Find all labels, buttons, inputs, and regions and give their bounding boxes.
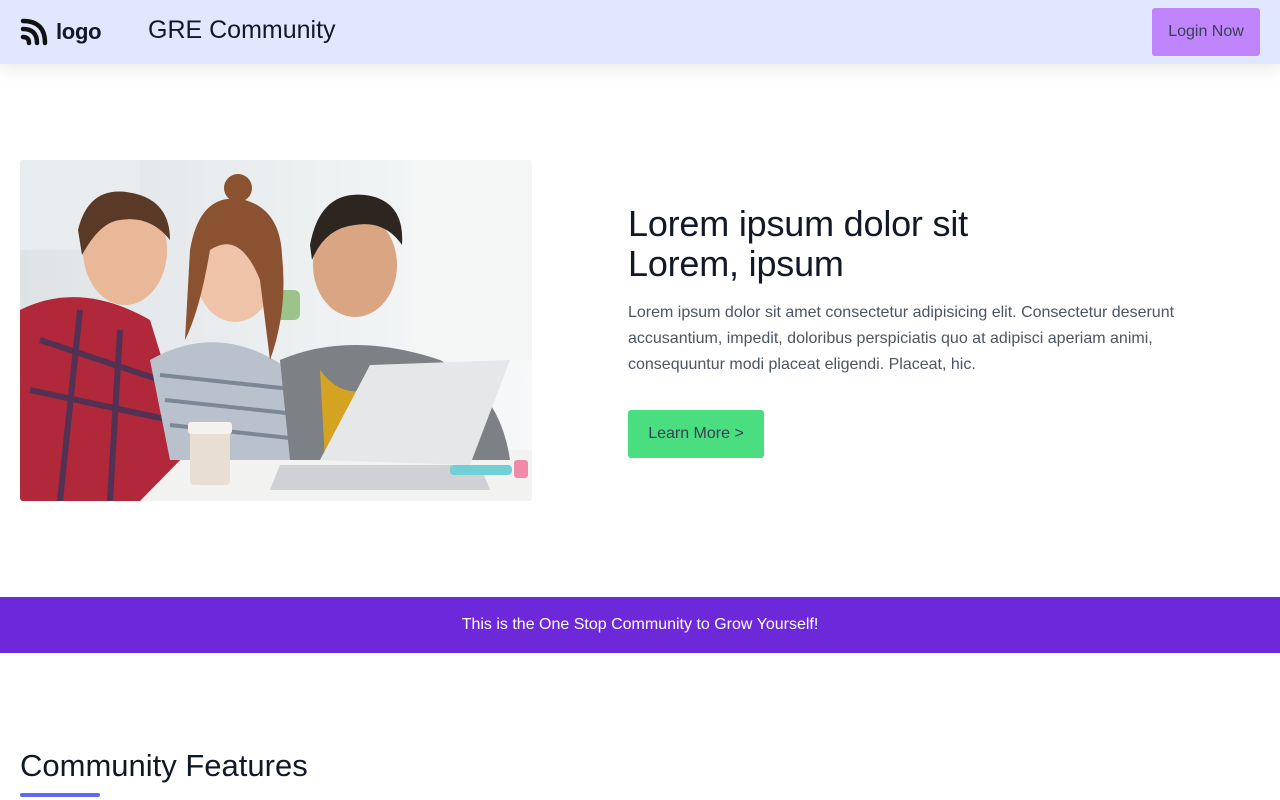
- logo[interactable]: logo: [20, 17, 102, 47]
- logo-text: logo: [56, 19, 102, 44]
- features-title: Community Features: [20, 748, 308, 783]
- hero-title-line-1: Lorem ipsum dolor sit: [628, 203, 968, 244]
- site-title: GRE Community: [148, 16, 336, 44]
- hero-title: Lorem ipsum dolor sit Lorem, ipsum: [628, 204, 1188, 284]
- login-button[interactable]: Login Now: [1152, 8, 1260, 56]
- hero-image: [20, 160, 532, 501]
- features-title-underline: [20, 793, 100, 797]
- community-banner: This is the One Stop Community to Grow Y…: [0, 597, 1280, 653]
- banner-text: This is the One Stop Community to Grow Y…: [461, 616, 819, 633]
- hero-title-line-2: Lorem, ipsum: [628, 243, 844, 284]
- site-header: logo GRE Community Login Now: [0, 0, 1280, 64]
- learn-more-button[interactable]: Learn More >: [628, 410, 764, 458]
- hero-description: Lorem ipsum dolor sit amet consectetur a…: [628, 304, 1175, 373]
- rss-feed-icon: [20, 18, 48, 46]
